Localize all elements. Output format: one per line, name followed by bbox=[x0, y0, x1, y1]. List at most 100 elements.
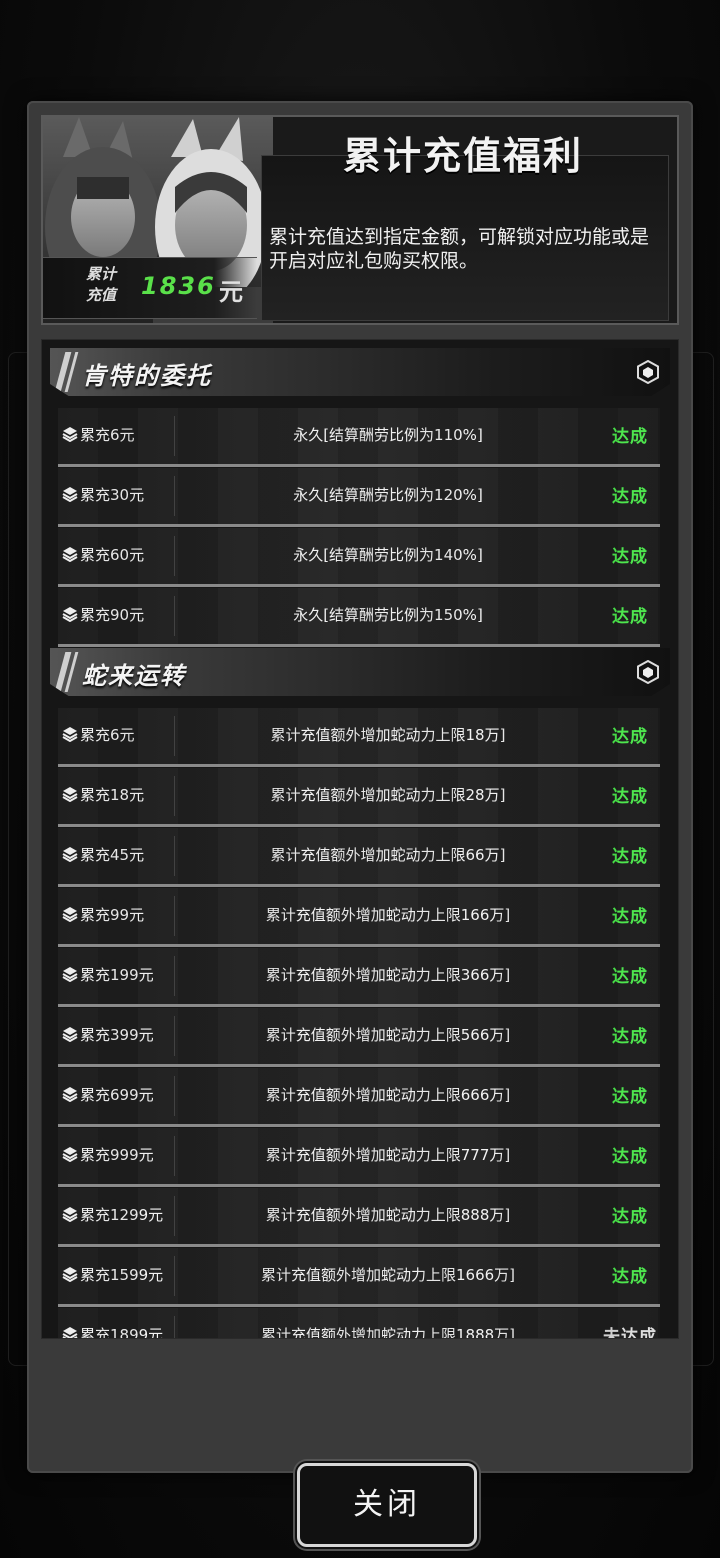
row-divider bbox=[174, 1076, 175, 1116]
recharge-condition: 累充30元 bbox=[80, 486, 145, 504]
total-recharge-unit: 元 bbox=[219, 278, 243, 306]
reward-description: 累计充值额外增加蛇动力上限18万] bbox=[270, 726, 506, 744]
recharge-condition: 累充99元 bbox=[80, 906, 145, 924]
layers-icon bbox=[62, 1206, 78, 1223]
cumulative-recharge-dialog: 累计 充值 1836 元 累计充值福利 累计充值达到指定金额，可解锁对应功能或是… bbox=[27, 101, 693, 1547]
reward-row: 累充60元 永久[结算酬劳比例为140%] 达成 bbox=[58, 528, 660, 587]
recharge-condition: 累充1899元 bbox=[80, 1326, 164, 1339]
row-divider bbox=[174, 1016, 175, 1056]
recharge-condition: 累充90元 bbox=[80, 606, 145, 624]
row-divider bbox=[174, 596, 175, 636]
reward-row: 累充18元 累计充值额外增加蛇动力上限28万] 达成 bbox=[58, 768, 660, 827]
recharge-condition: 累充60元 bbox=[80, 546, 145, 564]
row-divider bbox=[174, 1256, 175, 1296]
hexagon-info-icon[interactable] bbox=[636, 359, 660, 385]
recharge-condition: 累充6元 bbox=[80, 426, 135, 444]
recharge-condition: 累充6元 bbox=[80, 726, 135, 744]
section-title: 蛇来运转 bbox=[82, 662, 186, 690]
achievement-status: 达成 bbox=[612, 427, 648, 447]
achievement-status: 达成 bbox=[612, 907, 648, 927]
reward-row: 累充99元 累计充值额外增加蛇动力上限166万] 达成 bbox=[58, 888, 660, 947]
reward-description: 累计充值额外增加蛇动力上限1666万] bbox=[260, 1266, 516, 1284]
reward-row: 累充999元 累计充值额外增加蛇动力上限777万] 达成 bbox=[58, 1128, 660, 1187]
reward-row: 累充1299元 累计充值额外增加蛇动力上限888万] 达成 bbox=[58, 1188, 660, 1247]
reward-description: 永久[结算酬劳比例为110%] bbox=[293, 426, 483, 444]
reward-description: 永久[结算酬劳比例为120%] bbox=[293, 486, 483, 504]
reward-description: 累计充值额外增加蛇动力上限1888万] bbox=[260, 1326, 516, 1339]
row-divider bbox=[174, 1316, 175, 1338]
achievement-status: 达成 bbox=[612, 1267, 648, 1287]
dialog-title: 累计充值福利 bbox=[342, 134, 583, 178]
achievement-status: 达成 bbox=[612, 1207, 648, 1227]
reward-row: 累充1599元 累计充值额外增加蛇动力上限1666万] 达成 bbox=[58, 1248, 660, 1307]
reward-description: 累计充值额外增加蛇动力上限28万] bbox=[270, 786, 506, 804]
recharge-condition: 累充18元 bbox=[80, 786, 145, 804]
reward-description: 累计充值额外增加蛇动力上限366万] bbox=[265, 966, 511, 984]
layers-icon bbox=[62, 546, 78, 563]
achievement-status: 未达成 bbox=[603, 1327, 657, 1339]
recharge-condition: 累充999元 bbox=[80, 1146, 154, 1164]
achievement-status: 达成 bbox=[612, 607, 648, 627]
reward-list[interactable]: 肯特的委托 累充6元 永久[结算酬劳比例为110%] 达成 累充30元 永久[结算酬劳比例… bbox=[41, 339, 679, 1339]
recharge-condition: 累充45元 bbox=[80, 846, 145, 864]
reward-row: 累充90元 永久[结算酬劳比例为150%] 达成 bbox=[58, 588, 660, 647]
reward-row: 累充399元 累计充值额外增加蛇动力上限566万] 达成 bbox=[58, 1008, 660, 1067]
recharge-condition: 累充199元 bbox=[80, 966, 154, 984]
layers-icon bbox=[62, 1266, 78, 1283]
recharge-condition: 累充699元 bbox=[80, 1086, 154, 1104]
row-divider bbox=[174, 956, 175, 996]
close-button-label: 关闭 bbox=[353, 1487, 421, 1522]
achievement-status: 达成 bbox=[612, 487, 648, 507]
layers-icon bbox=[62, 1146, 78, 1163]
layers-icon bbox=[62, 1326, 78, 1338]
reward-description: 累计充值额外增加蛇动力上限166万] bbox=[265, 906, 511, 924]
close-button[interactable]: 关闭 bbox=[297, 1463, 477, 1547]
layers-icon bbox=[62, 606, 78, 623]
achievement-status: 达成 bbox=[612, 547, 648, 567]
recharge-condition: 累充399元 bbox=[80, 1026, 154, 1044]
reward-description: 累计充值额外增加蛇动力上限888万] bbox=[265, 1206, 511, 1224]
reward-row: 累充30元 永久[结算酬劳比例为120%] 达成 bbox=[58, 468, 660, 527]
layers-icon bbox=[62, 906, 78, 923]
layers-icon bbox=[62, 966, 78, 983]
reward-description: 累计充值额外增加蛇动力上限566万] bbox=[265, 1026, 511, 1044]
reward-description: 永久[结算酬劳比例为140%] bbox=[293, 546, 483, 564]
section-header: 肯特的委托 bbox=[50, 348, 670, 396]
achievement-status: 达成 bbox=[612, 787, 648, 807]
layers-icon bbox=[62, 786, 78, 803]
layers-icon bbox=[62, 726, 78, 743]
layers-icon bbox=[62, 846, 78, 863]
achievement-status: 达成 bbox=[612, 1027, 648, 1047]
total-recharge-box: 累计 充值 1836 元 bbox=[43, 257, 257, 319]
reward-description: 永久[结算酬劳比例为150%] bbox=[293, 606, 483, 624]
reward-row: 累充45元 累计充值额外增加蛇动力上限66万] 达成 bbox=[58, 828, 660, 887]
reward-description: 累计充值额外增加蛇动力上限66万] bbox=[270, 846, 506, 864]
total-recharge-label: 累计 充值 bbox=[85, 265, 116, 304]
row-divider bbox=[174, 776, 175, 816]
section-title: 肯特的委托 bbox=[82, 362, 212, 390]
recharge-condition: 累充1599元 bbox=[80, 1266, 164, 1284]
row-divider bbox=[174, 476, 175, 516]
hexagon-info-icon[interactable] bbox=[636, 659, 660, 685]
dialog-description: 累计充值达到指定金额，可解锁对应功能或是开启对应礼包购买权限。 bbox=[269, 226, 650, 272]
row-divider bbox=[174, 896, 175, 936]
total-recharge-value: 1836 bbox=[141, 272, 216, 300]
reward-row: 累充199元 累计充值额外增加蛇动力上限366万] 达成 bbox=[58, 948, 660, 1007]
row-divider bbox=[174, 536, 175, 576]
reward-row: 累充6元 累计充值额外增加蛇动力上限18万] 达成 bbox=[58, 708, 660, 767]
layers-icon bbox=[62, 486, 78, 503]
achievement-status: 达成 bbox=[612, 847, 648, 867]
recharge-condition: 累充1299元 bbox=[80, 1206, 164, 1224]
reward-row: 累充6元 永久[结算酬劳比例为110%] 达成 bbox=[58, 408, 660, 467]
row-divider bbox=[174, 1136, 175, 1176]
row-divider bbox=[174, 416, 175, 456]
reward-description: 累计充值额外增加蛇动力上限777万] bbox=[265, 1146, 511, 1164]
section-header: 蛇来运转 bbox=[50, 648, 670, 696]
row-divider bbox=[174, 716, 175, 756]
achievement-status: 达成 bbox=[612, 1147, 648, 1167]
layers-icon bbox=[62, 1086, 78, 1103]
achievement-status: 达成 bbox=[612, 1087, 648, 1107]
reward-row: 累充699元 累计充值额外增加蛇动力上限666万] 达成 bbox=[58, 1068, 660, 1127]
reward-row: 累充1899元 累计充值额外增加蛇动力上限1888万] 未达成 bbox=[58, 1308, 660, 1339]
reward-description: 累计充值额外增加蛇动力上限666万] bbox=[265, 1086, 511, 1104]
